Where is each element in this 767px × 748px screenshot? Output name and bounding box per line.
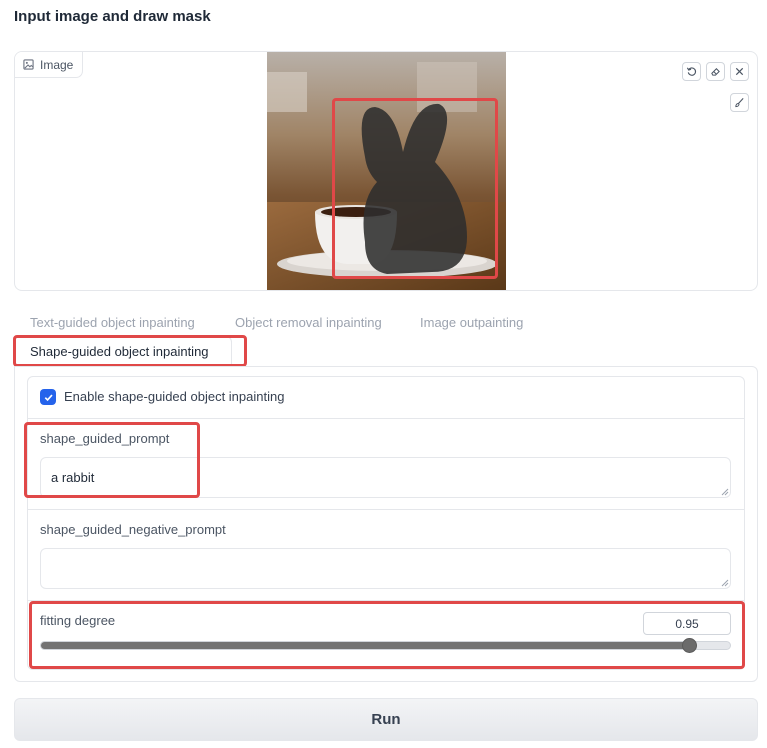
row-divider [28, 418, 744, 419]
image-label: Image [40, 57, 74, 72]
brush-button[interactable] [730, 93, 749, 112]
prompt-input[interactable]: a rabbit [40, 457, 731, 498]
tab-shape-guided[interactable]: Shape-guided object inpainting [30, 344, 209, 359]
slider-fill [41, 642, 696, 649]
undo-icon [686, 67, 697, 76]
image-editor[interactable]: Image [14, 51, 758, 291]
close-icon [735, 67, 744, 76]
brush-icon [735, 98, 744, 108]
negative-prompt-label: shape_guided_negative_prompt [40, 522, 226, 537]
page-title: Input image and draw mask [14, 8, 211, 25]
negative-prompt-input[interactable] [40, 548, 731, 589]
uploaded-photo [267, 52, 506, 290]
run-button[interactable]: Run [14, 698, 758, 741]
enable-checkbox-label: Enable shape-guided object inpainting [64, 389, 285, 404]
tab-object-removal[interactable]: Object removal inpainting [235, 315, 382, 330]
fitting-degree-input[interactable]: 0.95 [643, 612, 731, 635]
erase-button[interactable] [706, 62, 725, 81]
checkmark-icon [44, 393, 53, 401]
resize-grip-icon[interactable] [721, 579, 729, 587]
tab-text-guided[interactable]: Text-guided object inpainting [30, 315, 195, 330]
image-label-badge: Image [15, 52, 84, 78]
resize-grip-icon[interactable] [721, 488, 729, 496]
row-divider [28, 509, 744, 510]
row-divider [28, 600, 744, 601]
mask-canvas[interactable] [267, 52, 506, 290]
fitting-degree-slider[interactable] [40, 641, 731, 650]
eraser-icon [711, 68, 720, 76]
undo-button[interactable] [682, 62, 701, 81]
fitting-degree-label: fitting degree [40, 613, 116, 628]
enable-checkbox[interactable] [40, 389, 56, 405]
prompt-label: shape_guided_prompt [40, 431, 170, 446]
image-icon [23, 59, 34, 70]
clear-button[interactable] [730, 62, 749, 81]
tab-image-outpainting[interactable]: Image outpainting [420, 315, 523, 330]
